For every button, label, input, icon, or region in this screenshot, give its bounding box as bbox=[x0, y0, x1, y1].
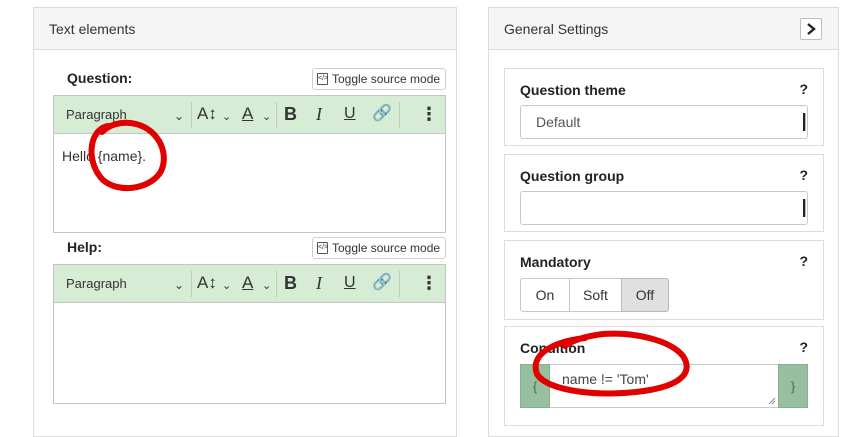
chevron-down-icon[interactable]: ⌄ bbox=[174, 106, 184, 126]
collapse-panel-button[interactable] bbox=[800, 18, 822, 40]
mandatory-box: Mandatory ? On Soft Off bbox=[504, 240, 824, 320]
text-elements-title: Text elements bbox=[49, 20, 136, 37]
condition-label: Condition bbox=[520, 340, 586, 356]
select-caret-icon bbox=[803, 113, 806, 131]
link-icon[interactable]: 🔗 bbox=[372, 104, 392, 124]
mandatory-on-button[interactable]: On bbox=[520, 278, 570, 312]
chevron-down-icon[interactable]: ⌄ bbox=[174, 275, 184, 295]
toggle-source-label: Toggle source mode bbox=[332, 72, 441, 86]
italic-icon[interactable]: I bbox=[316, 104, 322, 124]
condition-input-group: { name != 'Tom' } bbox=[520, 364, 808, 408]
mandatory-soft-button[interactable]: Soft bbox=[569, 278, 622, 312]
toolbar-divider bbox=[191, 271, 192, 297]
chevron-down-icon[interactable]: ⌄ bbox=[222, 107, 231, 127]
chevron-down-icon[interactable]: ⌄ bbox=[262, 276, 271, 296]
underline-icon[interactable]: U bbox=[344, 104, 356, 124]
question-group-box: Question group ? bbox=[504, 154, 824, 232]
chevron-down-icon[interactable]: ⌄ bbox=[222, 276, 231, 296]
close-brace-addon: } bbox=[778, 364, 808, 408]
toolbar-divider bbox=[191, 102, 192, 128]
resize-handle-icon[interactable] bbox=[768, 397, 776, 405]
general-settings-header: General Settings bbox=[489, 8, 838, 50]
toggle-source-label: Toggle source mode bbox=[332, 241, 441, 255]
more-options-icon[interactable]: ⋮ bbox=[420, 273, 438, 293]
condition-help-icon[interactable]: ? bbox=[799, 339, 808, 355]
font-color-icon[interactable]: A bbox=[242, 273, 253, 293]
toolbar-divider bbox=[276, 271, 277, 297]
help-label: Help: bbox=[67, 239, 102, 255]
mandatory-label: Mandatory bbox=[520, 254, 591, 270]
question-label: Question: bbox=[67, 70, 133, 86]
underline-icon[interactable]: U bbox=[344, 273, 356, 293]
question-editor-toolbar: Paragraph ⌄ A↕ ⌄ A ⌄ B I U 🔗 ⋮ bbox=[54, 96, 445, 134]
question-toggle-source-button[interactable]: </> Toggle source mode bbox=[312, 68, 447, 90]
text-elements-header: Text elements bbox=[34, 8, 456, 50]
general-settings-panel: General Settings Question theme ? Defaul… bbox=[488, 7, 839, 437]
paragraph-format-dropdown[interactable]: Paragraph bbox=[66, 276, 127, 291]
question-theme-box: Question theme ? Default bbox=[504, 68, 824, 146]
condition-box: Condition ? { name != 'Tom' } bbox=[504, 326, 824, 426]
chevron-right-icon bbox=[807, 23, 816, 35]
italic-icon[interactable]: I bbox=[316, 273, 322, 293]
open-brace-addon: { bbox=[520, 364, 550, 408]
font-size-icon[interactable]: A↕ bbox=[197, 273, 217, 293]
toolbar-divider bbox=[399, 271, 400, 297]
condition-input[interactable]: name != 'Tom' bbox=[550, 364, 778, 408]
font-color-icon[interactable]: A bbox=[242, 104, 253, 124]
mandatory-off-button[interactable]: Off bbox=[621, 278, 669, 312]
bold-icon[interactable]: B bbox=[284, 104, 297, 124]
general-settings-title: General Settings bbox=[504, 20, 609, 37]
question-group-select[interactable] bbox=[520, 191, 808, 225]
question-theme-help-icon[interactable]: ? bbox=[799, 81, 808, 97]
question-group-label: Question group bbox=[520, 168, 625, 184]
paragraph-format-dropdown[interactable]: Paragraph bbox=[66, 107, 127, 122]
bold-icon[interactable]: B bbox=[284, 273, 297, 293]
question-theme-label: Question theme bbox=[520, 82, 626, 98]
question-group-help-icon[interactable]: ? bbox=[799, 167, 808, 183]
source-code-icon: </> bbox=[317, 73, 328, 85]
help-editor[interactable]: Paragraph ⌄ A↕ ⌄ A ⌄ B I U 🔗 ⋮ bbox=[53, 264, 446, 404]
question-editor[interactable]: Paragraph ⌄ A↕ ⌄ A ⌄ B I U 🔗 ⋮ Hello {na… bbox=[53, 95, 446, 233]
mandatory-toggle-group: On Soft Off bbox=[520, 278, 669, 312]
toolbar-divider bbox=[276, 102, 277, 128]
mandatory-help-icon[interactable]: ? bbox=[799, 253, 808, 269]
toolbar-divider bbox=[399, 102, 400, 128]
chevron-down-icon[interactable]: ⌄ bbox=[262, 107, 271, 127]
question-theme-value: Default bbox=[536, 114, 581, 130]
help-editor-content[interactable] bbox=[54, 303, 445, 331]
source-code-icon: </> bbox=[317, 242, 328, 254]
link-icon[interactable]: 🔗 bbox=[372, 273, 392, 293]
help-editor-toolbar: Paragraph ⌄ A↕ ⌄ A ⌄ B I U 🔗 ⋮ bbox=[54, 265, 445, 303]
more-options-icon[interactable]: ⋮ bbox=[420, 104, 438, 124]
question-theme-select[interactable]: Default bbox=[520, 105, 808, 139]
help-toggle-source-button[interactable]: </> Toggle source mode bbox=[312, 237, 447, 259]
condition-value: name != 'Tom' bbox=[562, 371, 649, 387]
question-editor-content[interactable]: Hello {name}. bbox=[54, 134, 445, 178]
select-caret-icon bbox=[803, 199, 806, 217]
font-size-icon[interactable]: A↕ bbox=[197, 104, 217, 124]
